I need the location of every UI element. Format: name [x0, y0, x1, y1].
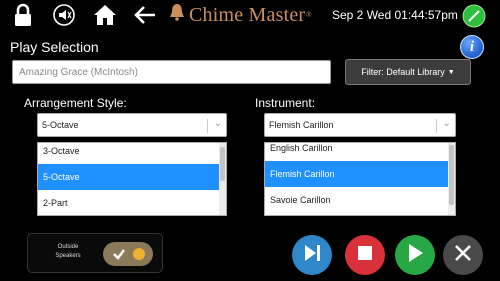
lock-icon[interactable] — [12, 3, 34, 27]
speaker-muted-icon[interactable] — [52, 3, 76, 27]
play-button[interactable] — [395, 235, 435, 275]
list-item-arrangement[interactable]: 2-Part — [38, 190, 221, 215]
play-icon — [405, 242, 425, 269]
bell-icon — [168, 3, 186, 27]
arrangement-style-selected: 5-Octave — [42, 120, 79, 130]
instrument-label: Instrument: — [255, 96, 316, 110]
toggle-knob — [133, 248, 145, 260]
arrangement-style-list[interactable]: 3-Octave 5-Octave 2-Part — [37, 142, 227, 216]
checkmark-icon — [112, 247, 126, 266]
list-item-instrument[interactable]: Savoie Carillon — [265, 187, 450, 213]
status-ok-icon[interactable] — [462, 4, 486, 33]
list-item-arrangement[interactable]: 3-Octave — [38, 143, 221, 164]
outside-speakers-label-line1: Outside — [57, 244, 79, 250]
outside-speakers-toggle[interactable] — [103, 242, 153, 266]
list-item-instrument[interactable]: English Carillon — [265, 143, 450, 161]
list-item-instrument-selected[interactable]: Flemish Carillon — [265, 161, 450, 187]
select-divider — [436, 119, 437, 133]
play-next-button[interactable] — [292, 235, 332, 275]
instrument-list[interactable]: English Carillon Flemish Carillon Savoie… — [264, 142, 456, 216]
info-icon: i — [469, 38, 475, 55]
caret-down-icon: ▼ — [447, 68, 455, 76]
filter-library-label: Filter: Default Library — [361, 67, 445, 77]
scrollbar-thumb[interactable] — [220, 147, 225, 181]
brand-logo: Chime Master ® — [168, 4, 312, 26]
song-search-input[interactable]: Amazing Grace (McIntosh) — [12, 60, 331, 84]
skip-next-icon — [301, 242, 323, 269]
chevron-down-icon: ⌄ — [442, 118, 451, 129]
arrangement-style-label: Arrangement Style: — [24, 96, 127, 110]
instrument-selected: Flemish Carillon — [269, 120, 334, 130]
home-icon[interactable] — [93, 3, 117, 27]
outside-speakers-label: Outside Speakers — [46, 243, 90, 261]
filter-library-button[interactable]: Filter: Default Library ▼ — [345, 59, 471, 85]
select-divider — [207, 119, 208, 133]
stop-button[interactable] — [345, 235, 385, 275]
outside-speakers-label-line2: Speakers — [55, 253, 81, 259]
back-arrow-icon[interactable] — [133, 3, 157, 27]
brand-registered-mark: ® — [306, 11, 312, 19]
instrument-list-scrollbar[interactable] — [448, 143, 455, 215]
scrollbar-thumb[interactable] — [449, 145, 454, 205]
info-button[interactable]: i — [460, 35, 484, 59]
top-bar: Chime Master ® Sep 2 Wed 01:44:57pm — [0, 0, 500, 30]
chevron-down-icon: ⌄ — [213, 118, 222, 129]
stop-icon — [356, 244, 374, 267]
brand-name: Chime Master — [189, 3, 306, 26]
song-search-value: Amazing Grace (McIntosh) — [19, 66, 138, 78]
page-title: Play Selection — [10, 39, 99, 55]
instrument-select[interactable]: Flemish Carillon ⌄ — [264, 113, 456, 137]
date-time: Sep 2 Wed 01:44:57pm — [332, 8, 458, 22]
close-icon — [453, 243, 473, 268]
arrangement-style-select[interactable]: 5-Octave ⌄ — [37, 113, 227, 137]
list-item-arrangement-selected[interactable]: 5-Octave — [38, 164, 221, 190]
arrangement-list-scrollbar[interactable] — [219, 143, 226, 215]
close-button[interactable] — [443, 235, 483, 275]
outside-speakers-panel: Outside Speakers — [27, 233, 163, 273]
